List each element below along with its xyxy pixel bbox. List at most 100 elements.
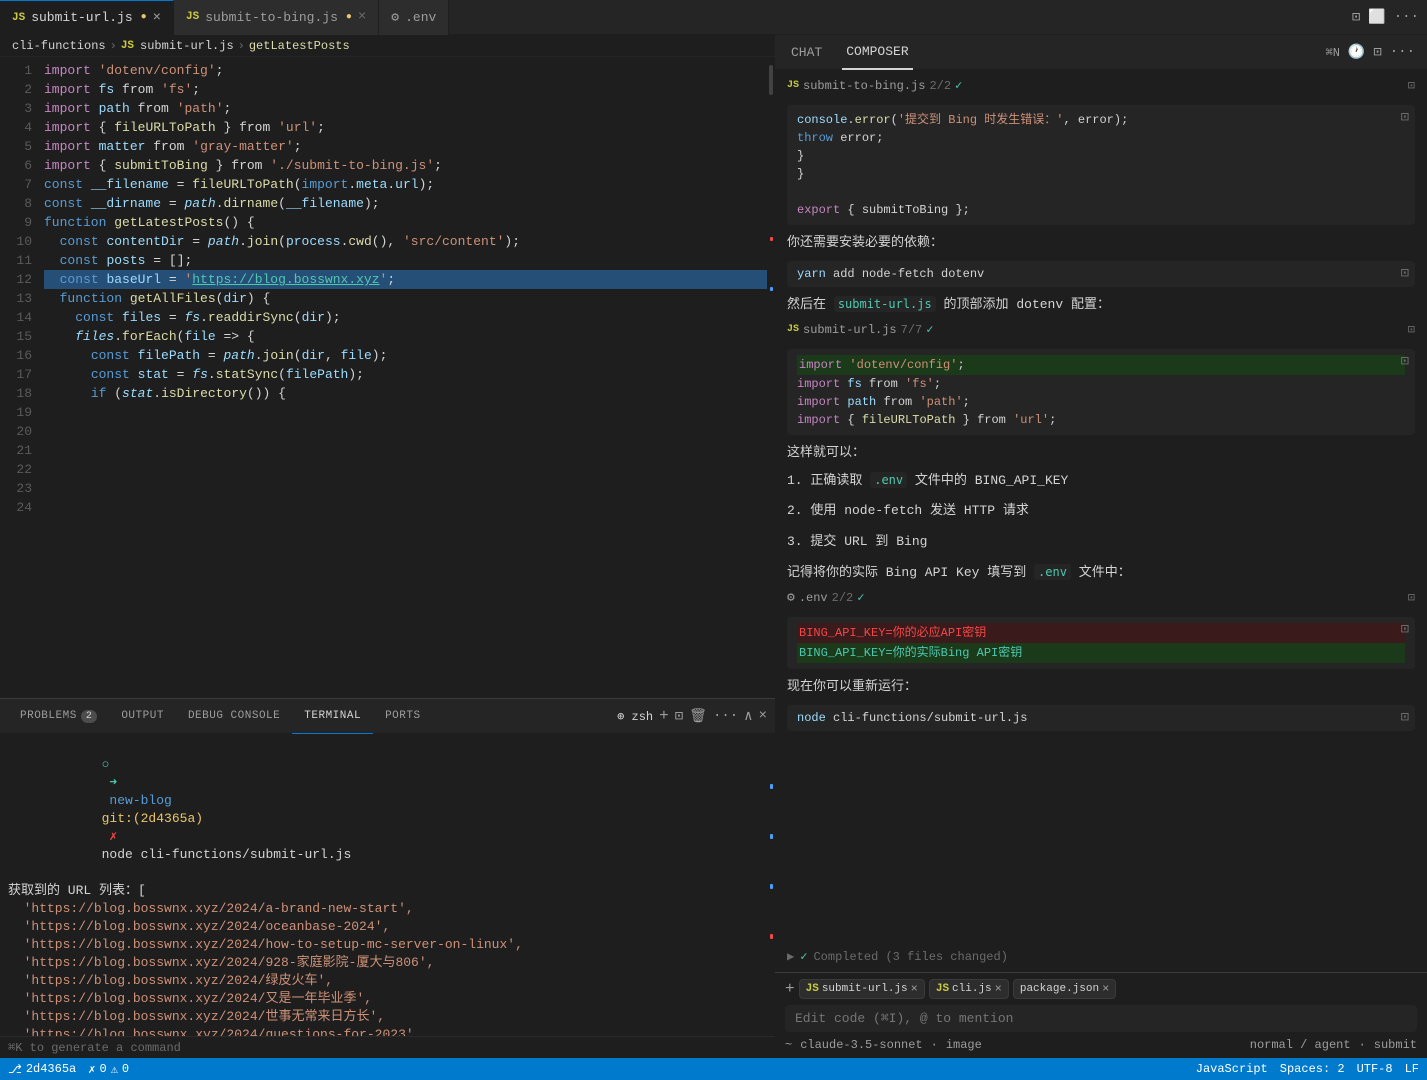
terminal-content[interactable]: ○ ➜ new-blog git:(2d4365a) ✗ node cli-fu…	[0, 734, 775, 1036]
status-encoding[interactable]: UTF-8	[1357, 1062, 1393, 1076]
tab-submit-to-bing[interactable]: JS submit-to-bing.js ● ×	[174, 0, 379, 35]
model-separator: ·	[931, 1038, 938, 1052]
scrollbar-thumb[interactable]	[769, 65, 773, 95]
terminal-collapse-icon[interactable]: ∧	[744, 708, 752, 725]
terminal-line-6: 'https://blog.bosswnx.xyz/2024/绿皮火车',	[8, 972, 767, 990]
status-indent[interactable]: Spaces: 2	[1280, 1062, 1345, 1076]
status-bar: ⎇ 2d4365a ✗ 0 ⚠ 0 JavaScript Spaces: 2 U…	[0, 1058, 1427, 1080]
terminal-line-2: 'https://blog.bosswnx.xyz/2024/a-brand-n…	[8, 900, 767, 918]
expand-icon-1[interactable]: ⊡	[1408, 78, 1415, 93]
code-line-11: function getLatestPosts() {	[44, 213, 767, 232]
chip-close-3[interactable]: ×	[1102, 982, 1109, 996]
model-label[interactable]: claude-3.5-sonnet	[800, 1038, 922, 1052]
code-line-21: const filePath = path.join(dir, file);	[44, 346, 767, 365]
expand-completed-icon[interactable]: ▶	[787, 949, 794, 964]
chat-new-icon[interactable]: ⌘N	[1325, 45, 1339, 60]
tab-label-submit-url: submit-url.js	[31, 10, 132, 25]
tab-close-2[interactable]: ×	[358, 9, 366, 25]
breadcrumb-cli-functions[interactable]: cli-functions	[12, 39, 106, 53]
file-ref-2-label: submit-url.js	[803, 323, 897, 337]
list-item-2: 2. 使用 node-fetch 发送 HTTP 请求	[787, 501, 1415, 522]
cmd-add-label: add node-fetch dotenv	[833, 267, 984, 281]
mode-label[interactable]: normal / agent	[1250, 1038, 1351, 1052]
code-snippet-1: ⊡ console.error('提交到 Bing 时发生错误：', error…	[787, 105, 1415, 225]
chat-file-ref-3: ⚙ .env 2/2 ✓ ⊡	[787, 590, 1415, 605]
prompt-arrow: ➜	[102, 775, 125, 790]
more-icon[interactable]: ···	[1394, 9, 1419, 26]
tab-env[interactable]: ⚙ .env	[379, 0, 449, 35]
inline-code-file: submit-url.js	[834, 296, 936, 312]
expand-btn-cmd1[interactable]: ⊡	[1401, 265, 1409, 282]
keyboard-shortcut-label: ⌘K to generate a command	[8, 1040, 181, 1055]
terminal-shell-label: ⊕ zsh	[617, 709, 653, 724]
chip-label-2: cli.js	[952, 983, 992, 995]
env-icon-tab3: ⚙	[391, 10, 399, 25]
chip-close-1[interactable]: ×	[911, 982, 918, 996]
terminal-trash-icon[interactable]: 🗑	[689, 708, 707, 725]
files-add-icon[interactable]: +	[785, 980, 795, 998]
tab-output[interactable]: OUTPUT	[109, 699, 176, 734]
env-code-block: ⊡ BING_API_KEY=你的必应API密钥 BING_API_KEY=你的…	[787, 617, 1415, 669]
chip-close-2[interactable]: ×	[995, 982, 1002, 996]
chat-history-icon[interactable]: 🕐	[1348, 44, 1365, 61]
panel-tabs: PROBLEMS 2 OUTPUT DEBUG CONSOLE TERMINAL…	[0, 699, 775, 734]
chat-maximize-icon[interactable]: ⊡	[1373, 44, 1381, 61]
prompt-circle: ○	[102, 757, 110, 772]
tab-chat[interactable]: CHAT	[787, 35, 826, 70]
file-chip-cli[interactable]: JS cli.js ×	[929, 979, 1009, 999]
expand-btn-env[interactable]: ⊡	[1401, 621, 1409, 639]
chat-section-deps: 你还需要安装必要的依赖：	[787, 233, 1415, 253]
chat-input[interactable]	[795, 1011, 1407, 1026]
terminal-add-icon[interactable]: +	[659, 707, 669, 725]
chat-more-icon[interactable]: ···	[1390, 44, 1415, 60]
expand-icon-2[interactable]: ⊡	[1408, 322, 1415, 337]
term-scroll-3	[770, 884, 773, 889]
expand-btn-2[interactable]: ⊡	[1401, 353, 1409, 371]
tab-composer[interactable]: COMPOSER	[842, 35, 912, 70]
chat-input-row[interactable]	[785, 1005, 1417, 1032]
js-icon-chip2: JS	[936, 983, 949, 995]
env-line-2: BING_API_KEY=你的实际Bing API密钥	[797, 643, 1405, 663]
code-line-brace2: }	[797, 165, 1405, 183]
tab-chat-label: CHAT	[791, 45, 822, 60]
breadcrumb-func: getLatestPosts	[249, 39, 350, 53]
terminal-close-icon[interactable]: ×	[759, 708, 767, 724]
terminal-more-icon[interactable]: ···	[713, 708, 738, 724]
status-errors[interactable]: ✗ 0 ⚠ 0	[88, 1062, 129, 1077]
cmd-yarn-label: yarn	[797, 267, 826, 281]
prompt-git: git:(2d4365a)	[102, 811, 203, 826]
tab-ports[interactable]: PORTS	[373, 699, 433, 734]
code-lines[interactable]: import 'dotenv/config'; import fs from '…	[40, 57, 767, 698]
status-line-ending[interactable]: LF	[1405, 1062, 1419, 1076]
error-icon: ✗	[88, 1062, 95, 1077]
tab-terminal[interactable]: TERMINAL	[292, 699, 373, 734]
cmd-yarn-add: ⊡ yarn add node-fetch dotenv	[787, 261, 1415, 287]
expand-btn-1[interactable]: ⊡	[1401, 109, 1409, 127]
file-ref-3-label: .env	[799, 591, 828, 605]
expand-btn-cmd2[interactable]: ⊡	[1401, 709, 1409, 726]
tab-bar: JS submit-url.js ● × JS submit-to-bing.j…	[0, 0, 1427, 35]
terminal-split-icon[interactable]: ⊡	[675, 708, 683, 725]
file-chip-submit-url[interactable]: JS submit-url.js ×	[799, 979, 925, 999]
file-chip-package[interactable]: package.json ×	[1013, 979, 1116, 999]
split-editor-icon[interactable]: ⊡	[1352, 9, 1360, 26]
code-import-url: import { fileURLToPath } from 'url';	[797, 411, 1405, 429]
list-item-3: 3. 提交 URL 到 Bing	[787, 532, 1415, 553]
status-language-label: JavaScript	[1196, 1062, 1268, 1076]
tab-problems[interactable]: PROBLEMS 2	[8, 699, 109, 734]
image-label[interactable]: image	[946, 1038, 982, 1052]
code-import-path: import path from 'path';	[797, 393, 1405, 411]
status-branch[interactable]: ⎇ 2d4365a	[8, 1062, 76, 1077]
tab-close-1[interactable]: ×	[153, 10, 161, 26]
status-language[interactable]: JavaScript	[1196, 1062, 1268, 1076]
expand-icon-3[interactable]: ⊡	[1408, 590, 1415, 605]
tab-submit-url[interactable]: JS submit-url.js ● ×	[0, 0, 174, 35]
submit-label[interactable]: submit	[1374, 1038, 1417, 1052]
tab-debug[interactable]: DEBUG CONSOLE	[176, 699, 292, 734]
gear-icon-env: ⚙	[787, 590, 795, 605]
js-icon-tab2: JS	[186, 11, 199, 23]
js-badge-2: JS	[787, 324, 799, 335]
layout-icon[interactable]: ⬜	[1368, 9, 1385, 26]
breadcrumb-file[interactable]: submit-url.js	[140, 39, 234, 53]
chat-hint: 记得将你的实际 Bing API Key 填写到 .env 文件中：	[787, 563, 1415, 583]
